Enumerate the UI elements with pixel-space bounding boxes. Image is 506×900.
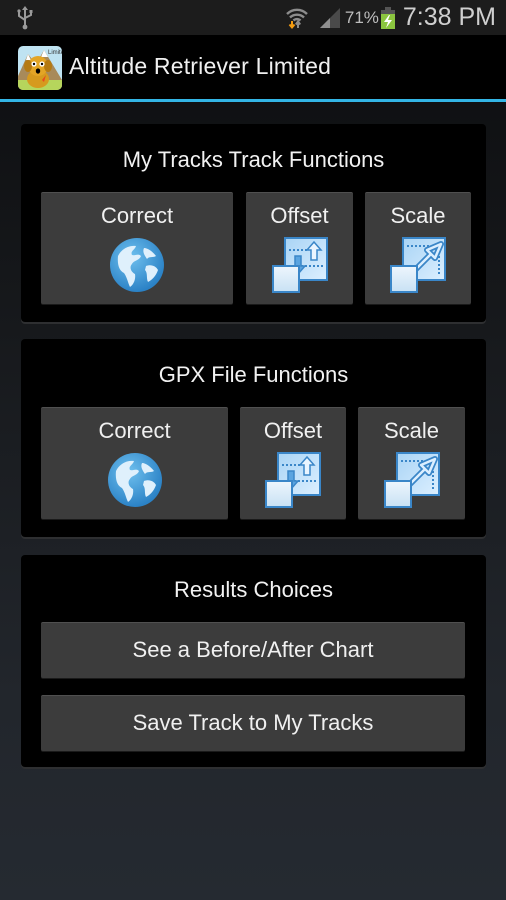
cell-signal-icon [319, 7, 340, 28]
globe-icon [106, 451, 164, 509]
my-tracks-scale-button[interactable]: Scale [365, 192, 471, 304]
usb-icon [17, 6, 33, 30]
scale-icon [389, 236, 447, 294]
status-bar: 71% 7:38 PM [0, 0, 506, 35]
button-label: Correct [98, 418, 171, 443]
button-label: Offset [270, 203, 329, 228]
button-label: Save Track to My Tracks [132, 710, 374, 735]
globe-icon [108, 236, 166, 294]
offset-icon [271, 236, 329, 294]
gpx-offset-button[interactable]: Offset [240, 407, 346, 519]
before-after-chart-button[interactable]: See a Before/After Chart [41, 622, 465, 678]
battery-charging-icon [380, 6, 395, 29]
wifi-data-activity-icon [286, 8, 308, 29]
my-tracks-correct-button[interactable]: Correct [41, 192, 233, 304]
button-label: Scale [390, 203, 446, 228]
status-icons: 71% 7:38 PM [285, 0, 496, 35]
button-label: See a Before/After Chart [132, 637, 374, 662]
offset-icon [264, 451, 322, 509]
results-choices-panel: Results Choices See a Before/After Chart… [21, 555, 486, 767]
gpx-file-functions-panel: GPX File Functions Correct Offset Scale [21, 339, 486, 537]
save-track-button[interactable]: Save Track to My Tracks [41, 695, 465, 751]
gpx-scale-button[interactable]: Scale [358, 407, 465, 519]
button-label: Offset [263, 418, 323, 443]
gpx-correct-button[interactable]: Correct [41, 407, 228, 519]
action-bar: Limited Altitude Retriever Limited [0, 35, 506, 100]
app-logo-icon[interactable]: Limited [18, 46, 62, 90]
my-tracks-offset-button[interactable]: Offset [246, 192, 353, 304]
section-title: GPX File Functions [158, 362, 349, 387]
button-label: Scale [383, 418, 440, 443]
scale-icon [383, 451, 441, 509]
action-bar-accent-divider [0, 99, 506, 102]
status-clock: 7:38 PM [402, 3, 496, 31]
battery-percent: 71% [344, 7, 379, 27]
section-title: My Tracks Track Functions [122, 147, 385, 172]
section-title: Results Choices [174, 577, 333, 602]
svg-text:Limited: Limited [48, 50, 62, 56]
my-tracks-functions-panel: My Tracks Track Functions Correct Offset… [21, 124, 486, 322]
app-title: Altitude Retriever Limited [69, 53, 332, 79]
button-label: Correct [100, 203, 174, 228]
